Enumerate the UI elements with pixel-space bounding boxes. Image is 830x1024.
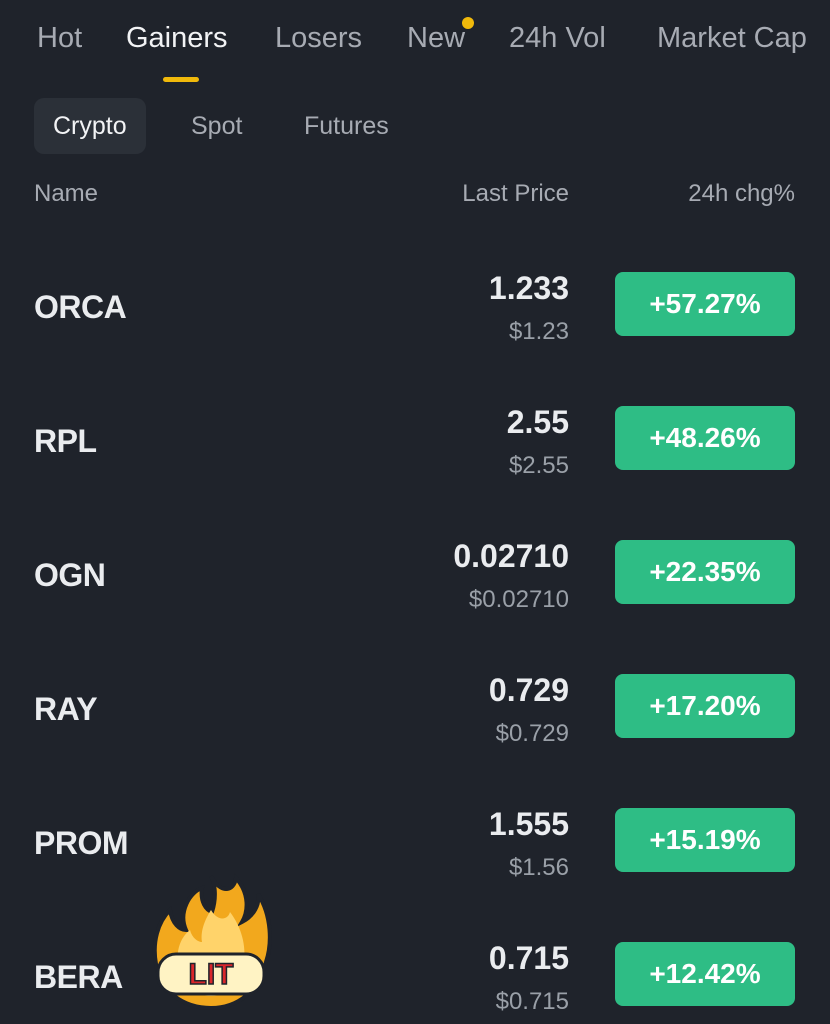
table-row[interactable]: PROM 1.555 $1.56 +15.19% xyxy=(0,806,830,942)
tab-hot[interactable]: Hot xyxy=(37,22,82,55)
subtab-futures[interactable]: Futures xyxy=(304,98,389,154)
change-badge[interactable]: +22.35% xyxy=(615,540,795,604)
usd-price: $1.56 xyxy=(508,854,569,881)
tab-losers[interactable]: Losers xyxy=(275,22,362,55)
tab-market-cap[interactable]: Market Cap xyxy=(657,22,807,55)
column-header-last-price[interactable]: Last Price xyxy=(462,180,569,208)
usd-price: $0.729 xyxy=(495,720,569,747)
table-row[interactable]: ORCA 1.233 $1.23 +57.27% xyxy=(0,270,830,406)
table-row[interactable]: OGN 0.02710 $0.02710 +22.35% xyxy=(0,538,830,674)
last-price: 0.02710 xyxy=(453,538,569,574)
usd-price: $1.23 xyxy=(508,318,569,345)
new-indicator-dot xyxy=(462,17,474,29)
last-price: 1.555 xyxy=(488,806,569,842)
usd-price: $0.715 xyxy=(495,988,569,1015)
tab-gainers[interactable]: Gainers xyxy=(126,22,228,55)
sticker-text: LIT xyxy=(189,958,234,991)
last-price: 2.55 xyxy=(506,404,569,440)
coin-symbol: ORCA xyxy=(34,289,127,325)
coin-symbol: PROM xyxy=(34,825,129,861)
column-header-name[interactable]: Name xyxy=(34,180,98,208)
last-price: 1.233 xyxy=(488,270,569,306)
active-tab-indicator xyxy=(163,77,199,82)
change-badge[interactable]: +48.26% xyxy=(615,406,795,470)
last-price: 0.715 xyxy=(488,940,569,976)
change-badge[interactable]: +12.42% xyxy=(615,942,795,1006)
last-price: 0.729 xyxy=(488,672,569,708)
coin-symbol: RAY xyxy=(34,691,98,727)
table-row[interactable]: RPL 2.55 $2.55 +48.26% xyxy=(0,404,830,540)
coin-symbol: RPL xyxy=(34,423,97,459)
column-header-change[interactable]: 24h chg% xyxy=(688,180,795,208)
change-badge[interactable]: +17.20% xyxy=(615,674,795,738)
coin-symbol: BERA xyxy=(34,959,123,995)
subtab-spot[interactable]: Spot xyxy=(191,98,242,154)
flame-icon: LIT xyxy=(152,873,272,1011)
market-tabs: Hot Gainers Losers New 24h Vol Market Ca… xyxy=(0,0,830,90)
change-badge[interactable]: +15.19% xyxy=(615,808,795,872)
tab-24h-vol[interactable]: 24h Vol xyxy=(509,22,606,55)
tab-new[interactable]: New xyxy=(407,22,465,55)
usd-price: $2.55 xyxy=(508,452,569,479)
coin-symbol: OGN xyxy=(34,557,106,593)
usd-price: $0.02710 xyxy=(468,586,569,613)
table-row[interactable]: BERA 0.715 $0.715 +12.42% xyxy=(0,940,830,1024)
subtab-crypto[interactable]: Crypto xyxy=(34,98,146,154)
change-badge[interactable]: +57.27% xyxy=(615,272,795,336)
table-row[interactable]: RAY 0.729 $0.729 +17.20% xyxy=(0,672,830,808)
